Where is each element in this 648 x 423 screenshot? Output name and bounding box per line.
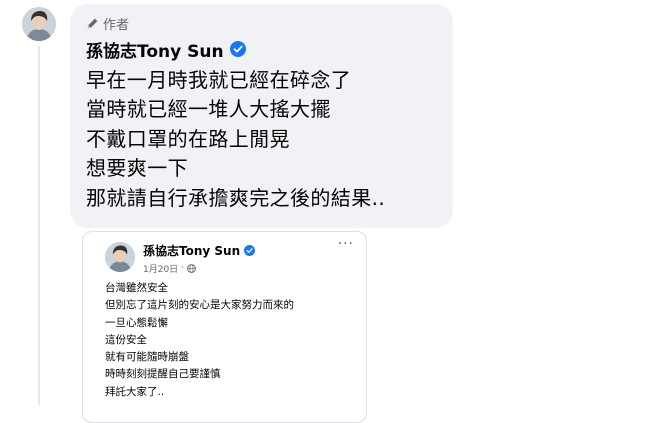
comment-line: 想要爽一下: [86, 156, 188, 181]
comment-author-name[interactable]: 孫協志Tony Sun: [86, 37, 224, 62]
comment-line: 不戴口罩的在路上閒晃: [86, 126, 290, 151]
comment-author[interactable]: 孫協志Tony Sun: [86, 36, 246, 62]
embedded-post[interactable]: 孫協志Tony Sun 1月20日 · ··· 台灣雖然安全 但別忘了這片刻的安…: [82, 231, 367, 423]
verified-badge-icon: [229, 41, 246, 57]
author-badge-label: 作者: [103, 17, 130, 33]
embedded-post-line: 時時刻刻提醒自己要謹慎: [105, 368, 221, 381]
thread-line: [38, 46, 40, 405]
embedded-post-meta: 1月20日 ·: [143, 261, 196, 275]
embedded-post-line: 拜託大家了..: [105, 385, 165, 398]
comment-line: 早在一月時我就已經在碎念了: [86, 68, 352, 92]
separator-dot: ·: [181, 263, 185, 273]
embedded-post-line: 一旦心態鬆懈: [105, 316, 168, 329]
embedded-post-line: 這份安全: [105, 333, 147, 346]
embedded-post-author[interactable]: 孫協志Tony Sun: [143, 242, 256, 259]
more-options-icon[interactable]: ···: [338, 236, 354, 252]
globe-icon: [187, 263, 196, 273]
embedded-post-author-name[interactable]: 孫協志Tony Sun: [143, 242, 240, 259]
comment-line: 當時就已經一堆人大搖大擺: [86, 97, 331, 122]
embedded-post-line: 台灣雖然安全: [105, 282, 168, 294]
author-badge: 作者: [86, 14, 130, 33]
embedded-post-line: 但別忘了這片刻的安心是大家努力而來的: [105, 299, 294, 312]
embedded-post-text: 台灣雖然安全 但別忘了這片刻的安心是大家努力而來的 一旦心態鬆懈 這份安全 就有…: [105, 280, 360, 401]
embedded-post-date[interactable]: 1月20日: [143, 262, 178, 275]
comment-line: 那就請自行承擔爽完之後的結果..: [86, 185, 386, 210]
commenter-avatar[interactable]: [22, 7, 56, 41]
verified-badge-icon: [244, 244, 256, 256]
embedded-post-avatar[interactable]: [105, 242, 135, 272]
comment-text: 早在一月時我就已經在碎念了 當時就已經一堆人大搖大擺 不戴口罩的在路上閒晃 想要…: [86, 66, 446, 213]
pencil-icon: [86, 17, 99, 30]
embedded-post-line: 就有可能隨時崩盤: [105, 351, 189, 364]
